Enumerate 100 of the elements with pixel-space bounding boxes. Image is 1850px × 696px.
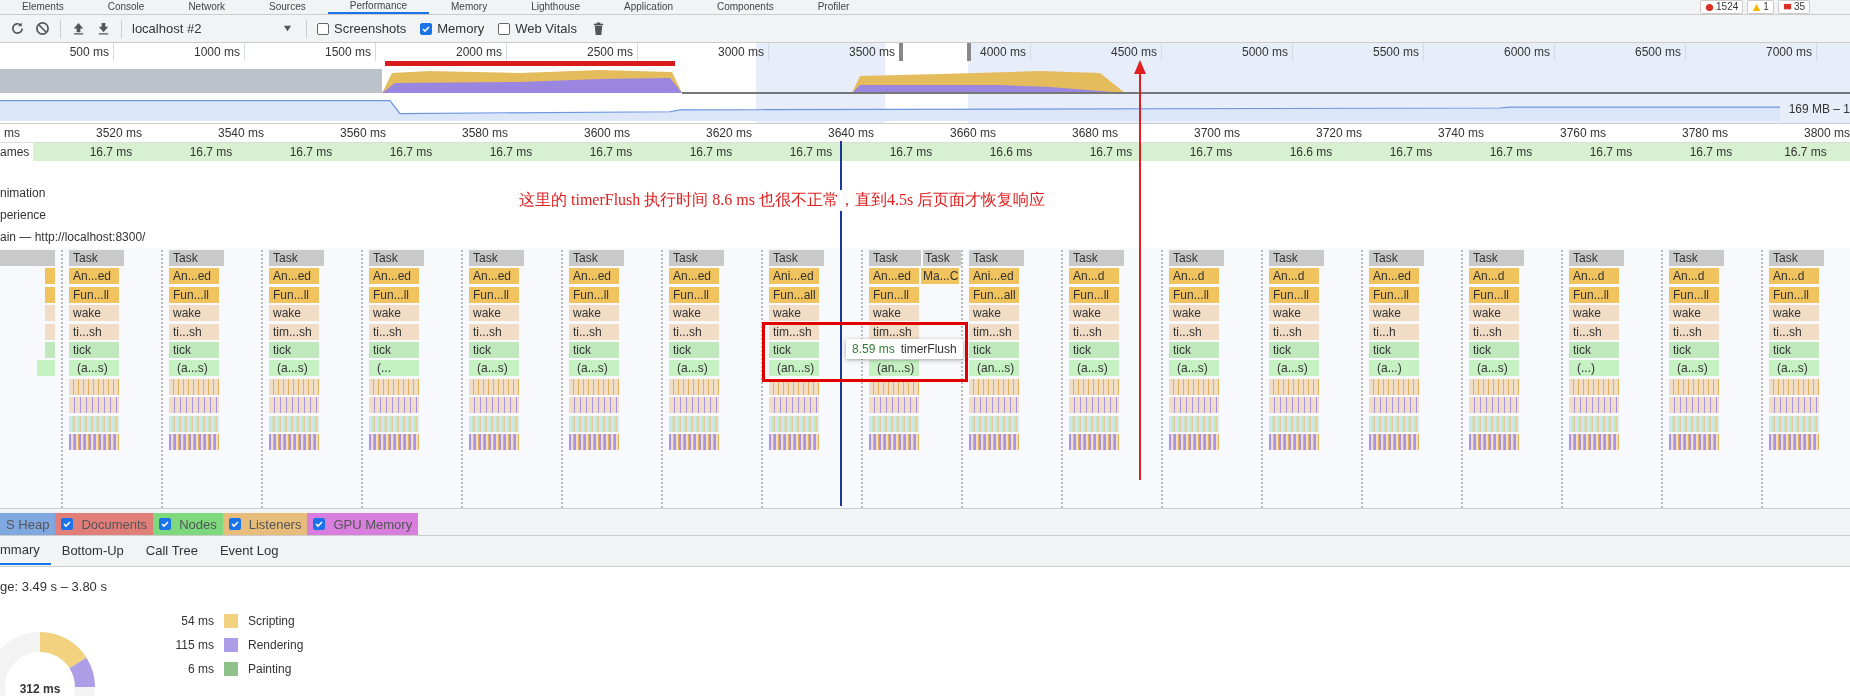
flame-bar[interactable]: An...d <box>1569 268 1619 285</box>
flame-bar[interactable]: Fun...ll <box>1769 286 1819 303</box>
flame-bar[interactable]: ti...sh <box>369 323 419 340</box>
flame-bar[interactable]: tick <box>569 341 619 358</box>
flame-bar[interactable]: tim...sh <box>269 323 319 340</box>
flame-bar[interactable]: Task <box>1369 250 1424 266</box>
flame-bar[interactable]: Task <box>569 250 624 266</box>
devtools-tab[interactable]: Application <box>602 0 695 14</box>
flame-bar[interactable]: Task <box>769 250 824 266</box>
flame-bar[interactable]: wake <box>569 305 619 322</box>
flame-bar[interactable]: wake <box>1069 305 1119 322</box>
flame-bar[interactable]: tick <box>369 341 419 358</box>
flame-bar[interactable]: ti...sh <box>569 323 619 340</box>
flame-bar[interactable]: tick <box>469 341 519 358</box>
flame-bar[interactable]: An...d <box>1269 268 1319 285</box>
flame-bar[interactable]: An...ed <box>1369 268 1419 285</box>
flame-bar[interactable]: wake <box>969 305 1019 322</box>
flame-bar[interactable]: Fun...ll <box>1269 286 1319 303</box>
flame-bar[interactable]: An...ed <box>169 268 219 285</box>
devtools-tab[interactable]: Memory <box>429 0 510 14</box>
devtools-tab[interactable]: Sources <box>247 0 328 14</box>
track-label[interactable]: nimation <box>0 186 46 200</box>
counter-toggle[interactable]: Nodes <box>153 513 223 535</box>
flame-bar[interactable]: Task <box>69 250 124 266</box>
flame-bar[interactable]: wake <box>269 305 319 322</box>
flame-bar[interactable]: tick <box>169 341 219 358</box>
flame-bar[interactable]: tick <box>1469 341 1519 358</box>
detail-tab[interactable]: Call Tree <box>134 537 209 565</box>
flame-bar[interactable]: ti...sh <box>1169 323 1219 340</box>
flame-bar[interactable]: Task <box>923 250 961 266</box>
flame-bar[interactable]: (a...s) <box>1169 360 1219 377</box>
flame-bar[interactable]: ti...sh <box>1069 323 1119 340</box>
flame-bar[interactable]: ti...sh <box>69 323 119 340</box>
flame-bar[interactable]: Task <box>169 250 224 266</box>
flame-bar[interactable]: Task <box>969 250 1024 266</box>
flame-bar[interactable]: Task <box>469 250 524 266</box>
flame-bar[interactable]: (a...s) <box>269 360 319 377</box>
flame-bar[interactable]: (an...s) <box>769 360 819 377</box>
flame-bar[interactable]: An...d <box>1069 268 1119 285</box>
flame-bar[interactable]: wake <box>469 305 519 322</box>
flame-bar[interactable]: wake <box>1269 305 1319 322</box>
flame-bar[interactable]: Ani...ed <box>969 268 1019 285</box>
checkbox[interactable] <box>61 518 74 530</box>
flame-bar[interactable]: tick <box>1369 341 1419 358</box>
flame-bar[interactable]: An...d <box>1769 268 1819 285</box>
flame-bar[interactable]: An...ed <box>69 268 119 285</box>
devtools-tab[interactable]: Lighthouse <box>509 0 603 14</box>
flame-bar[interactable]: tick <box>1069 341 1119 358</box>
flame-bar[interactable]: Fun...ll <box>1169 286 1219 303</box>
flame-bar[interactable]: Task <box>1469 250 1524 266</box>
flame-bar[interactable]: An...d <box>1669 268 1719 285</box>
flame-bar[interactable]: ti...sh <box>1469 323 1519 340</box>
flame-bar[interactable]: (an...s) <box>869 360 919 377</box>
flame-bar[interactable]: Task <box>1169 250 1224 266</box>
flame-bar[interactable]: tick <box>1169 341 1219 358</box>
devtools-tab[interactable]: Console <box>85 0 167 14</box>
flame-bar[interactable]: (a...s) <box>169 360 219 377</box>
flame-bar[interactable]: wake <box>369 305 419 322</box>
selection-handle[interactable] <box>967 43 971 61</box>
flame-bar[interactable]: Ani...ed <box>769 268 819 285</box>
flame-bar[interactable]: An...d <box>1469 268 1519 285</box>
flame-bar[interactable]: An...ed <box>869 268 919 285</box>
flame-bar[interactable]: (a...) <box>1369 360 1419 377</box>
flame-bar[interactable]: An...ed <box>669 268 719 285</box>
flame-bar[interactable]: tick <box>69 341 119 358</box>
devtools-tab[interactable]: Network <box>166 0 248 14</box>
flame-bar[interactable]: ti...sh <box>1269 323 1319 340</box>
flame-bar[interactable]: wake <box>1769 305 1819 322</box>
flame-bar[interactable]: (a...s) <box>569 360 619 377</box>
reload-icon[interactable] <box>10 21 25 36</box>
upload-icon[interactable] <box>71 21 86 36</box>
flame-bar[interactable]: tick <box>1769 341 1819 358</box>
flame-bar[interactable]: Fun...ll <box>269 286 319 303</box>
profile-select[interactable]: localhost #2 <box>132 21 296 36</box>
flame-bar[interactable]: wake <box>1669 305 1719 322</box>
track-label[interactable]: perience <box>0 208 47 222</box>
flame-bar[interactable]: ti...sh <box>669 323 719 340</box>
flame-bar[interactable]: Fun...all <box>969 286 1019 303</box>
flame-bar[interactable]: An...ed <box>369 268 419 285</box>
flame-bar[interactable]: (a...s) <box>669 360 719 377</box>
flame-bar[interactable]: (a...s) <box>69 360 119 377</box>
flame-bar[interactable]: wake <box>1469 305 1519 322</box>
flame-bar[interactable]: wake <box>69 305 119 322</box>
flame-bar[interactable]: wake <box>1369 305 1419 322</box>
flame-bar[interactable]: An...ed <box>569 268 619 285</box>
flame-bar[interactable]: wake <box>669 305 719 322</box>
flame-bar[interactable]: wake <box>769 305 819 322</box>
flame-bar[interactable]: Fun...ll <box>569 286 619 303</box>
flame-bar[interactable]: (a...s) <box>1069 360 1119 377</box>
detail-tab[interactable]: Event Log <box>208 537 290 565</box>
flame-bar[interactable]: Fun...ll <box>669 286 719 303</box>
checkbox[interactable] <box>498 22 511 35</box>
flame-bar[interactable]: (an...s) <box>969 360 1019 377</box>
track-label[interactable]: ain — http://localhost:8300/ <box>0 230 146 244</box>
flame-bar[interactable]: tick <box>269 341 319 358</box>
flame-bar[interactable]: Task <box>869 250 921 266</box>
flame-bar[interactable]: Task <box>669 250 724 266</box>
flame-bar[interactable]: Task <box>369 250 424 266</box>
flame-bar[interactable]: tick <box>1569 341 1619 358</box>
status-badge[interactable]: 1524 <box>1700 0 1744 14</box>
